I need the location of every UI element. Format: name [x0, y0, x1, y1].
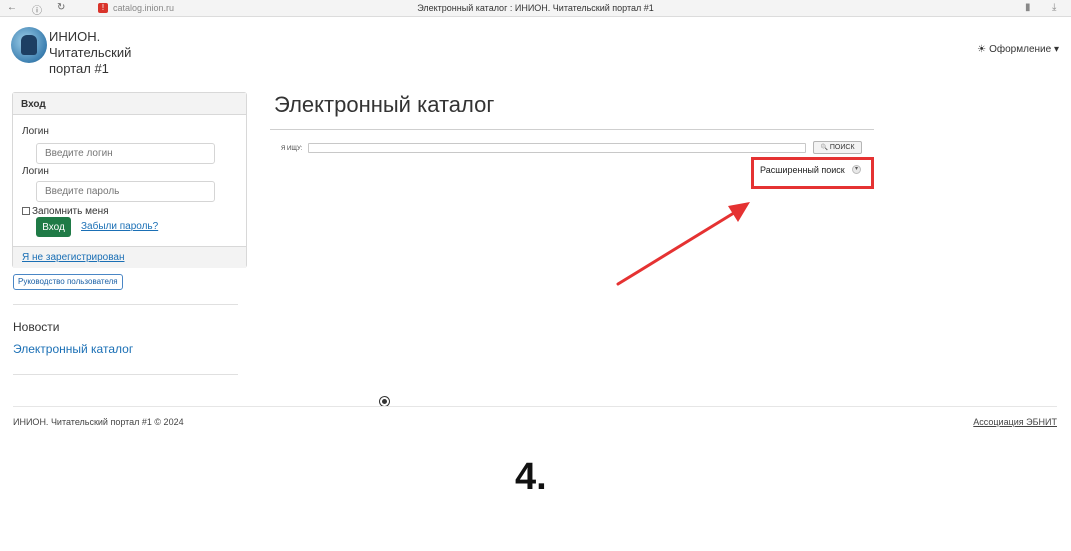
- search-label: Я ИЩУ:: [281, 146, 303, 152]
- download-icon[interactable]: ⤓: [1052, 2, 1056, 13]
- cursor-icon: [380, 397, 389, 406]
- search-icon: 🔍: [820, 145, 828, 151]
- theme-menu[interactable]: ☀ Оформление ▾: [977, 44, 1059, 55]
- bookmark-icon[interactable]: ▮: [1025, 2, 1031, 13]
- footer-copyright: ИНИОН. Читательский портал #1 © 2024: [13, 417, 184, 427]
- login-label: Логин: [22, 126, 49, 137]
- page-title: Электронный каталог: [274, 92, 495, 117]
- site-brand[interactable]: ИНИОН. Читательский портал #1: [49, 29, 159, 77]
- password-label: Логин: [22, 166, 49, 177]
- news-heading: Новости: [13, 320, 60, 334]
- checkbox-icon[interactable]: [22, 207, 30, 215]
- login-button[interactable]: Вход: [36, 217, 71, 237]
- login-input[interactable]: [36, 143, 215, 164]
- register-link[interactable]: Я не зарегистрирован: [22, 252, 125, 263]
- divider: [270, 129, 874, 130]
- sun-icon: ☀: [977, 44, 987, 55]
- association-link[interactable]: Ассоциация ЭБНИТ: [973, 417, 1057, 427]
- chevron-down-icon: ▾: [1053, 44, 1059, 55]
- remember-me-label: Запомнить меня: [32, 206, 109, 217]
- logo-icon[interactable]: [11, 27, 47, 63]
- catalog-link[interactable]: Электронный каталог: [13, 342, 133, 356]
- password-input[interactable]: [36, 181, 215, 202]
- divider: [13, 374, 238, 375]
- divider: [13, 406, 1057, 407]
- search-button[interactable]: 🔍 ПОИСК: [813, 141, 862, 154]
- annotation-arrow-icon: [616, 202, 750, 286]
- remember-me-checkbox[interactable]: Запомнить меня: [22, 206, 109, 217]
- login-card: Вход Логин Логин Запомнить меня Вход Заб…: [12, 92, 247, 268]
- tab-title: Электронный каталог : ИНИОН. Читательски…: [417, 3, 654, 13]
- advanced-search-link[interactable]: Расширенный поиск: [760, 165, 845, 175]
- search-button-label: ПОИСК: [829, 144, 855, 151]
- step-number: 4.: [515, 456, 547, 498]
- search-input[interactable]: [308, 143, 806, 153]
- theme-label: Оформление: [989, 44, 1052, 55]
- forgot-password-link[interactable]: Забыли пароль?: [81, 221, 158, 232]
- divider: [13, 304, 238, 305]
- chevron-down-icon[interactable]: ▾: [852, 165, 861, 174]
- login-card-footer: Я не зарегистрирован: [13, 246, 246, 268]
- browser-toolbar: ← ⓘ ↻ ! catalog.inion.ru Электронный кат…: [0, 0, 1071, 17]
- login-card-title: Вход: [13, 93, 246, 115]
- user-guide-button[interactable]: Руководство пользователя: [13, 274, 123, 290]
